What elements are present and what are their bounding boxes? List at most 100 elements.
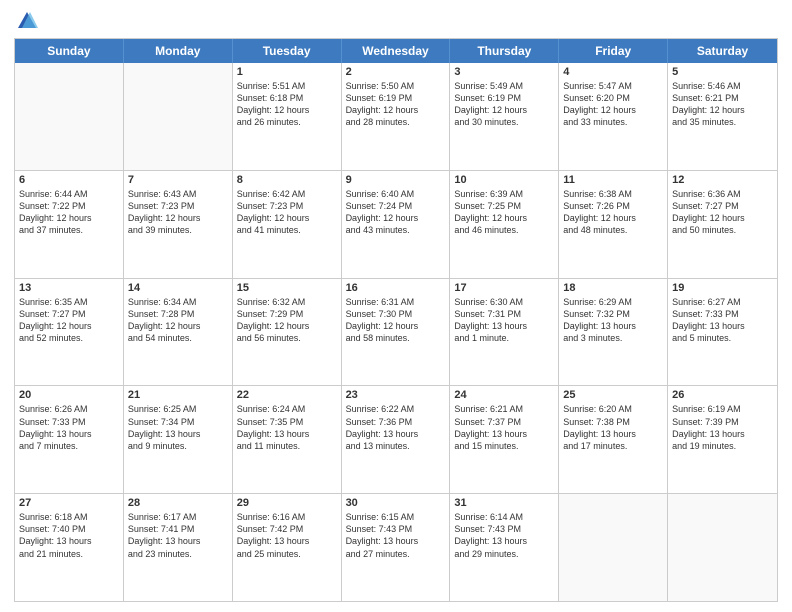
calendar: SundayMondayTuesdayWednesdayThursdayFrid… — [14, 38, 778, 602]
cal-cell: 21 Sunrise: 6:25 AM Sunset: 7:34 PM Dayli… — [124, 386, 233, 493]
cal-cell: 26 Sunrise: 6:19 AM Sunset: 7:39 PM Dayli… — [668, 386, 777, 493]
cal-cell: 18Sunrise: 6:29 AM Sunset: 7:32 PM Dayli… — [559, 279, 668, 386]
day-info: Sunrise: 5:49 AM Sunset: 6:19 PM Dayligh… — [454, 80, 554, 129]
day-info: Sunrise: 6:18 AM Sunset: 7:40 PM Dayligh… — [19, 511, 119, 560]
day-info: Sunrise: 5:47 AM Sunset: 6:20 PM Dayligh… — [563, 80, 663, 129]
day-number: 10 — [454, 174, 554, 186]
day-number: 3 — [454, 66, 554, 78]
cal-cell: 6Sunrise: 6:44 AM Sunset: 7:22 PM Daylig… — [15, 171, 124, 278]
day-number: 20 — [19, 389, 119, 401]
day-info: Sunrise: 6:21 AM Sunset: 7:37 PM Dayligh… — [454, 403, 554, 452]
day-number: 11 — [563, 174, 663, 186]
cal-cell: 5Sunrise: 5:46 AM Sunset: 6:21 PM Daylig… — [668, 63, 777, 170]
cal-cell: 3 Sunrise: 5:49 AM Sunset: 6:19 PM Daylig… — [450, 63, 559, 170]
day-number: 23 — [346, 389, 446, 401]
day-number: 13 — [19, 282, 119, 294]
day-info: Sunrise: 6:24 AM Sunset: 7:35 PM Dayligh… — [237, 403, 337, 452]
day-info: Sunrise: 5:51 AM Sunset: 6:18 PM Dayligh… — [237, 80, 337, 129]
day-number: 28 — [128, 497, 228, 509]
cal-cell: 11 Sunrise: 6:38 AM Sunset: 7:26 PM Dayli… — [559, 171, 668, 278]
day-number: 5 — [672, 66, 773, 78]
day-number: 17 — [454, 282, 554, 294]
cal-cell: 28 Sunrise: 6:17 AM Sunset: 7:41 PM Dayli… — [124, 494, 233, 601]
day-number: 30 — [346, 497, 446, 509]
logo — [14, 10, 38, 32]
day-number: 14 — [128, 282, 228, 294]
cal-cell: 24 Sunrise: 6:21 AM Sunset: 7:37 PM Dayli… — [450, 386, 559, 493]
calendar-header-row: SundayMondayTuesdayWednesdayThursdayFrid… — [15, 39, 777, 63]
cal-week-2: 13 Sunrise: 6:35 AM Sunset: 7:27 PM Dayli… — [15, 278, 777, 386]
day-number: 7 — [128, 174, 228, 186]
day-number: 16 — [346, 282, 446, 294]
day-number: 24 — [454, 389, 554, 401]
cal-cell — [559, 494, 668, 601]
cal-cell — [668, 494, 777, 601]
day-number: 31 — [454, 497, 554, 509]
day-number: 2 — [346, 66, 446, 78]
cal-cell: 31 Sunrise: 6:14 AM Sunset: 7:43 PM Dayli… — [450, 494, 559, 601]
day-info: Sunrise: 6:35 AM Sunset: 7:27 PM Dayligh… — [19, 296, 119, 345]
day-info: Sunrise: 6:38 AM Sunset: 7:26 PM Dayligh… — [563, 188, 663, 237]
day-number: 6 — [19, 174, 119, 186]
day-info: Sunrise: 6:17 AM Sunset: 7:41 PM Dayligh… — [128, 511, 228, 560]
cal-week-1: 6Sunrise: 6:44 AM Sunset: 7:22 PM Daylig… — [15, 170, 777, 278]
cal-cell: 4 Sunrise: 5:47 AM Sunset: 6:20 PM Daylig… — [559, 63, 668, 170]
day-info: Sunrise: 6:32 AM Sunset: 7:29 PM Dayligh… — [237, 296, 337, 345]
cal-header-monday: Monday — [124, 39, 233, 63]
cal-week-0: 1 Sunrise: 5:51 AM Sunset: 6:18 PM Daylig… — [15, 63, 777, 170]
cal-cell: 22 Sunrise: 6:24 AM Sunset: 7:35 PM Dayli… — [233, 386, 342, 493]
cal-cell: 16 Sunrise: 6:31 AM Sunset: 7:30 PM Dayli… — [342, 279, 451, 386]
day-info: Sunrise: 6:14 AM Sunset: 7:43 PM Dayligh… — [454, 511, 554, 560]
day-info: Sunrise: 6:26 AM Sunset: 7:33 PM Dayligh… — [19, 403, 119, 452]
cal-cell: 12 Sunrise: 6:36 AM Sunset: 7:27 PM Dayli… — [668, 171, 777, 278]
cal-cell: 17 Sunrise: 6:30 AM Sunset: 7:31 PM Dayli… — [450, 279, 559, 386]
day-number: 19 — [672, 282, 773, 294]
day-number: 1 — [237, 66, 337, 78]
day-number: 22 — [237, 389, 337, 401]
cal-cell: 29Sunrise: 6:16 AM Sunset: 7:42 PM Dayli… — [233, 494, 342, 601]
cal-header-saturday: Saturday — [668, 39, 777, 63]
day-info: Sunrise: 6:30 AM Sunset: 7:31 PM Dayligh… — [454, 296, 554, 345]
cal-week-4: 27 Sunrise: 6:18 AM Sunset: 7:40 PM Dayli… — [15, 493, 777, 601]
day-number: 26 — [672, 389, 773, 401]
day-info: Sunrise: 6:22 AM Sunset: 7:36 PM Dayligh… — [346, 403, 446, 452]
cal-cell: 13 Sunrise: 6:35 AM Sunset: 7:27 PM Dayli… — [15, 279, 124, 386]
day-number: 4 — [563, 66, 663, 78]
header — [14, 10, 778, 32]
cal-cell: 7Sunrise: 6:43 AM Sunset: 7:23 PM Daylig… — [124, 171, 233, 278]
calendar-body: 1 Sunrise: 5:51 AM Sunset: 6:18 PM Daylig… — [15, 63, 777, 601]
day-info: Sunrise: 6:19 AM Sunset: 7:39 PM Dayligh… — [672, 403, 773, 452]
day-info: Sunrise: 6:40 AM Sunset: 7:24 PM Dayligh… — [346, 188, 446, 237]
day-info: Sunrise: 6:25 AM Sunset: 7:34 PM Dayligh… — [128, 403, 228, 452]
cal-header-thursday: Thursday — [450, 39, 559, 63]
day-info: Sunrise: 5:50 AM Sunset: 6:19 PM Dayligh… — [346, 80, 446, 129]
day-info: Sunrise: 6:31 AM Sunset: 7:30 PM Dayligh… — [346, 296, 446, 345]
cal-cell: 23 Sunrise: 6:22 AM Sunset: 7:36 PM Dayli… — [342, 386, 451, 493]
day-number: 25 — [563, 389, 663, 401]
cal-header-sunday: Sunday — [15, 39, 124, 63]
day-number: 21 — [128, 389, 228, 401]
day-number: 15 — [237, 282, 337, 294]
day-info: Sunrise: 6:27 AM Sunset: 7:33 PM Dayligh… — [672, 296, 773, 345]
day-info: Sunrise: 6:39 AM Sunset: 7:25 PM Dayligh… — [454, 188, 554, 237]
page: SundayMondayTuesdayWednesdayThursdayFrid… — [0, 0, 792, 612]
cal-cell: 10 Sunrise: 6:39 AM Sunset: 7:25 PM Dayli… — [450, 171, 559, 278]
cal-cell: 30Sunrise: 6:15 AM Sunset: 7:43 PM Dayli… — [342, 494, 451, 601]
cal-header-friday: Friday — [559, 39, 668, 63]
cal-cell: 8Sunrise: 6:42 AM Sunset: 7:23 PM Daylig… — [233, 171, 342, 278]
cal-cell: 15 Sunrise: 6:32 AM Sunset: 7:29 PM Dayli… — [233, 279, 342, 386]
day-number: 8 — [237, 174, 337, 186]
cal-cell: 2 Sunrise: 5:50 AM Sunset: 6:19 PM Daylig… — [342, 63, 451, 170]
day-info: Sunrise: 6:20 AM Sunset: 7:38 PM Dayligh… — [563, 403, 663, 452]
day-number: 29 — [237, 497, 337, 509]
day-number: 12 — [672, 174, 773, 186]
day-info: Sunrise: 6:36 AM Sunset: 7:27 PM Dayligh… — [672, 188, 773, 237]
cal-cell: 1 Sunrise: 5:51 AM Sunset: 6:18 PM Daylig… — [233, 63, 342, 170]
cal-cell — [124, 63, 233, 170]
cal-header-tuesday: Tuesday — [233, 39, 342, 63]
day-info: Sunrise: 6:34 AM Sunset: 7:28 PM Dayligh… — [128, 296, 228, 345]
cal-cell: 14 Sunrise: 6:34 AM Sunset: 7:28 PM Dayli… — [124, 279, 233, 386]
cal-cell: 20 Sunrise: 6:26 AM Sunset: 7:33 PM Dayli… — [15, 386, 124, 493]
day-number: 18 — [563, 282, 663, 294]
day-number: 27 — [19, 497, 119, 509]
